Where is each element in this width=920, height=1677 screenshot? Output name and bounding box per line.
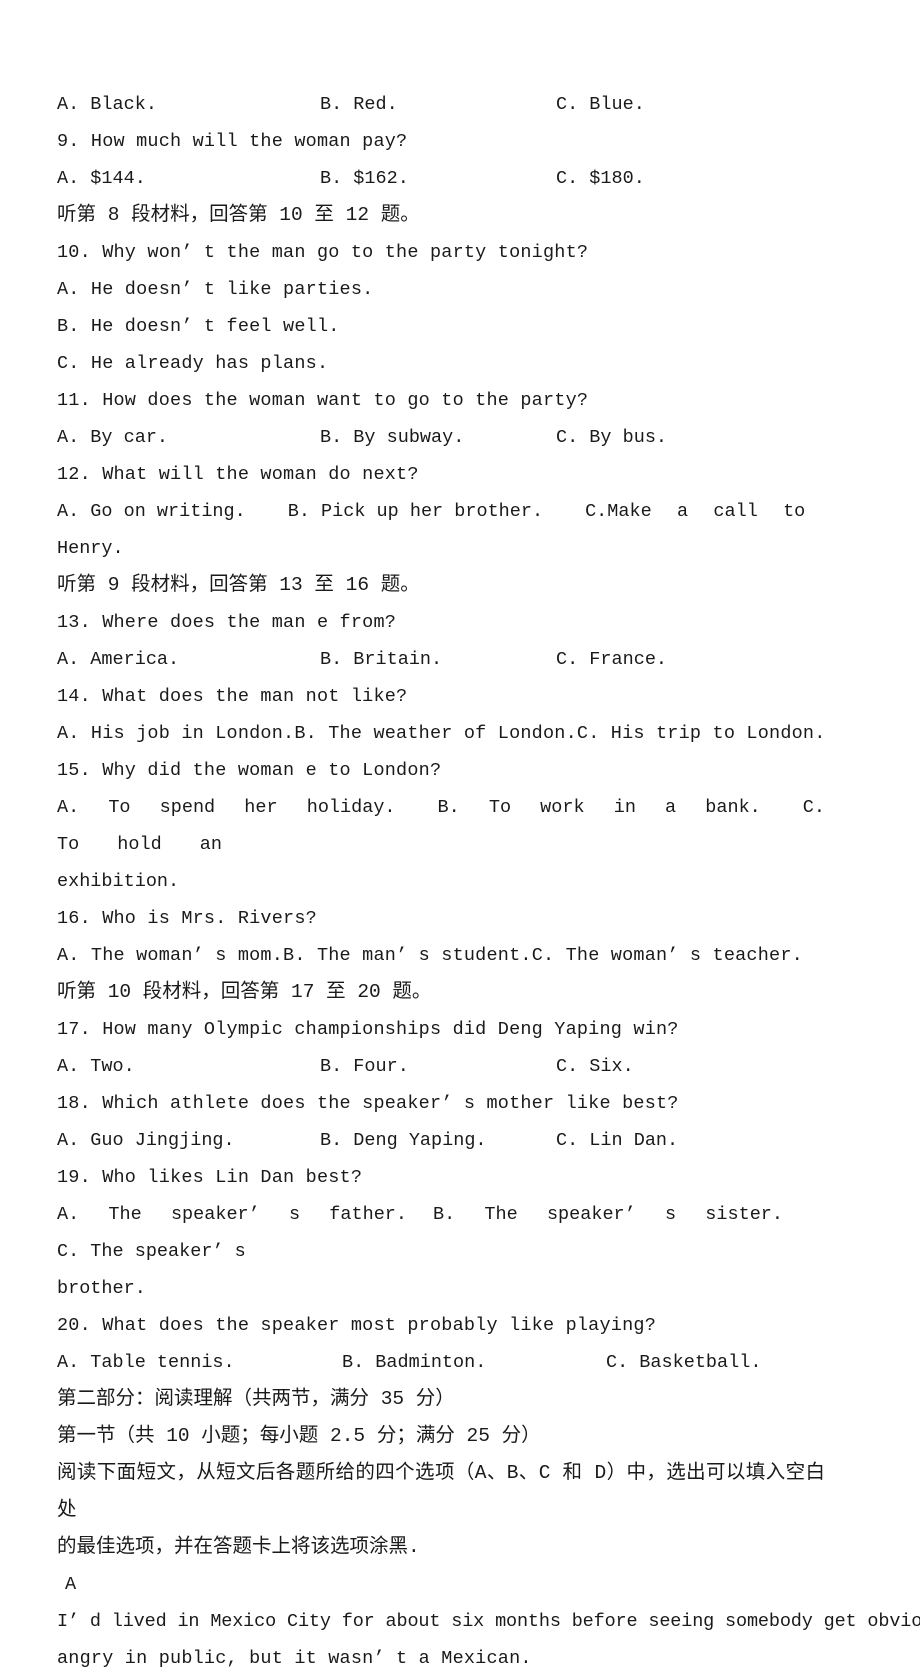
option-a: A. America. [57,649,180,670]
option-c-tail: Henry. [57,538,124,559]
option-a: A. His job in London. [57,723,295,744]
option-c-body: Make a call to [607,501,806,522]
question-stem: 16. Who is Mrs. Rivers? [57,908,317,929]
passage-label: A [65,1574,77,1595]
option-c: C. Lin Dan. [556,1130,679,1151]
option-c: C. Six. [556,1056,634,1077]
option-a: A. Table tennis. [57,1352,235,1373]
option-c-head: C. [585,501,608,522]
option-c: C. Basketball. [606,1352,762,1373]
option-a: A. $144. [57,168,146,189]
option-c-head: C. [802,797,825,818]
question-stem: 11. How does the woman want to go to the… [57,390,589,411]
option-a: A. He doesn’ t like parties. [57,279,374,300]
option-b: B. Pick up her brother. [287,501,544,522]
option-a: A. Black. [57,94,157,115]
option-b: B. Four. [320,1056,409,1077]
option-c-tail: exhibition. [57,871,180,892]
listening-direction: 听第 10 段材料，回答第 17 至 20 题。 [57,981,432,1003]
option-row: A. By car. B. By subway. C. By bus. [57,419,825,456]
option-b: B. Britain. [320,649,443,670]
option-row-wrapped: A. To spend her holiday. B. To work in a … [57,789,825,900]
option-b: B. The weather of London. [294,723,577,744]
option-c: C. $180. [556,168,645,189]
question-stem: 12. What will the woman do next? [57,464,419,485]
question-stem: 9. How much will the woman pay? [57,131,408,152]
question-stem: 18. Which athlete does the speaker’ s mo… [57,1093,679,1114]
option-a: A. The speaker’ s father. [57,1204,407,1225]
option-c: C. By bus. [556,427,668,448]
option-b: B. He doesn’ t feel well. [57,316,340,337]
option-row: A. The woman’ s mom.B. The man’ s studen… [57,937,825,974]
option-c-tail: brother. [57,1278,146,1299]
option-a: A. Guo Jingjing. [57,1130,235,1151]
question-stem: 14. What does the man not like? [57,686,408,707]
option-b: B. To work in a bank. [437,797,761,818]
option-row: A. Black. B. Red. C. Blue. [57,86,825,123]
question-stem: 10. Why won’ t the man go to the party t… [57,242,589,263]
option-c: C. He already has plans. [57,353,329,374]
listening-direction: 听第 8 段材料，回答第 10 至 12 题。 [57,204,420,226]
option-a: A. By car. [57,427,169,448]
option-b: B. $162. [320,168,409,189]
reading-part-heading: 第二部分：阅读理解（共两节，满分 35 分） [57,1388,455,1410]
question-stem: 20. What does the speaker most probably … [57,1315,656,1336]
option-row: A. America. B. Britain. C. France. [57,641,825,678]
question-stem: 19. Who likes Lin Dan best? [57,1167,363,1188]
exam-page-content: A. Black. B. Red. C. Blue. 9. How much w… [57,86,920,1677]
option-a: A. To spend her holiday. [57,797,396,818]
question-stem: 13. Where does the man e from? [57,612,397,633]
reading-instructions-line2: 的最佳选项，并在答题卡上将该选项涂黑. [57,1536,420,1558]
option-b: B. Red. [320,94,398,115]
option-c: C. The woman’ s teacher. [531,945,803,966]
question-stem: 15. Why did the woman e to London? [57,760,442,781]
option-c-head: C. The speaker’ s [57,1241,246,1262]
reading-instructions-line1: 阅读下面短文，从短文后各题所给的四个选项（A、B、C 和 D）中，选出可以填入空… [57,1462,825,1521]
option-row: A. Guo Jingjing. B. Deng Yaping. C. Lin … [57,1122,825,1159]
option-c: C. France. [556,649,668,670]
option-b: B. Badminton. [342,1352,487,1373]
option-a: A. Go on writing. [57,501,246,522]
option-row: A. Table tennis. B. Badminton. C. Basket… [57,1344,825,1381]
option-a: A. The woman’ s mom. [57,945,284,966]
option-b: B. The man’ s student. [283,945,532,966]
option-row: A. His job in London.B. The weather of L… [57,715,825,752]
option-row: A. Two. B. Four. C. Six. [57,1048,825,1085]
option-row-wrapped: A. Go on writing. B. Pick up her brother.… [57,493,825,567]
option-b: B. Deng Yaping. [320,1130,487,1151]
option-b: B. The speaker’ s sister. [433,1204,783,1225]
passage-line-2: angry in public, but it wasn’ t a Mexica… [57,1648,532,1669]
option-row-wrapped: A. The speaker’ s father. B. The speaker’… [57,1196,825,1307]
option-c: C. His trip to London. [576,723,826,744]
option-c-body: To hold an [57,834,222,855]
listening-direction: 听第 9 段材料，回答第 13 至 16 题。 [57,574,420,596]
reading-subsection-heading: 第一节（共 10 小题；每小题 2.5 分；满分 25 分） [57,1425,541,1447]
option-a: A. Two. [57,1056,135,1077]
question-stem: 17. How many Olympic championships did D… [57,1019,679,1040]
option-row: A. $144. B. $162. C. $180. [57,160,825,197]
option-c: C. Blue. [556,94,645,115]
passage-line-1: I’ d lived in Mexico City for about six … [57,1611,920,1632]
option-b: B. By subway. [320,427,465,448]
